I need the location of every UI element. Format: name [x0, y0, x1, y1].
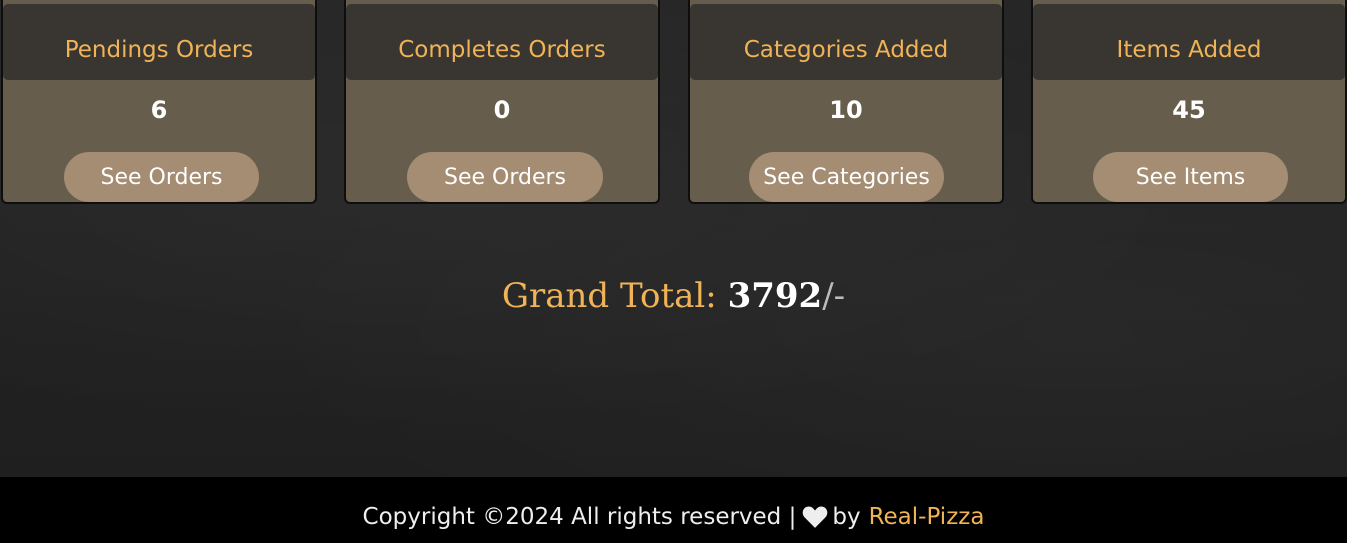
heart-icon [802, 505, 828, 529]
card-title: Completes Orders [346, 4, 658, 80]
footer-by: by [832, 504, 861, 530]
grand-total-label: Grand Total: [501, 276, 717, 316]
grand-total: Grand Total: 3792/- [0, 276, 1347, 316]
card-items-added: Items Added 45 See Items [1031, 0, 1347, 204]
footer-copyright: Copyright ©2024 All rights reserved | [362, 504, 797, 530]
grand-total-value: 3792 [727, 276, 823, 316]
card-title: Items Added [1033, 4, 1345, 80]
card-count: 10 [829, 96, 863, 124]
card-categories-added: Categories Added 10 See Categories [688, 0, 1004, 204]
card-title: Categories Added [690, 4, 1002, 80]
card-completed-orders: Completes Orders 0 See Orders [344, 0, 660, 204]
card-count: 45 [1172, 96, 1206, 124]
see-categories-button[interactable]: See Categories [749, 152, 944, 202]
card-pending-orders: Pendings Orders 6 See Orders [1, 0, 317, 204]
card-count: 0 [493, 96, 511, 124]
footer: Copyright ©2024 All rights reserved | by… [0, 477, 1347, 543]
dashboard-board: Pendings Orders 6 See Orders Completes O… [0, 0, 1347, 477]
see-items-button[interactable]: See Items [1093, 152, 1288, 202]
see-orders-button[interactable]: See Orders [64, 152, 259, 202]
grand-total-suffix: /- [822, 276, 846, 316]
card-title: Pendings Orders [3, 4, 315, 80]
card-count: 6 [150, 96, 168, 124]
see-completed-orders-button[interactable]: See Orders [407, 152, 603, 202]
footer-brand-link[interactable]: Real-Pizza [869, 504, 985, 530]
